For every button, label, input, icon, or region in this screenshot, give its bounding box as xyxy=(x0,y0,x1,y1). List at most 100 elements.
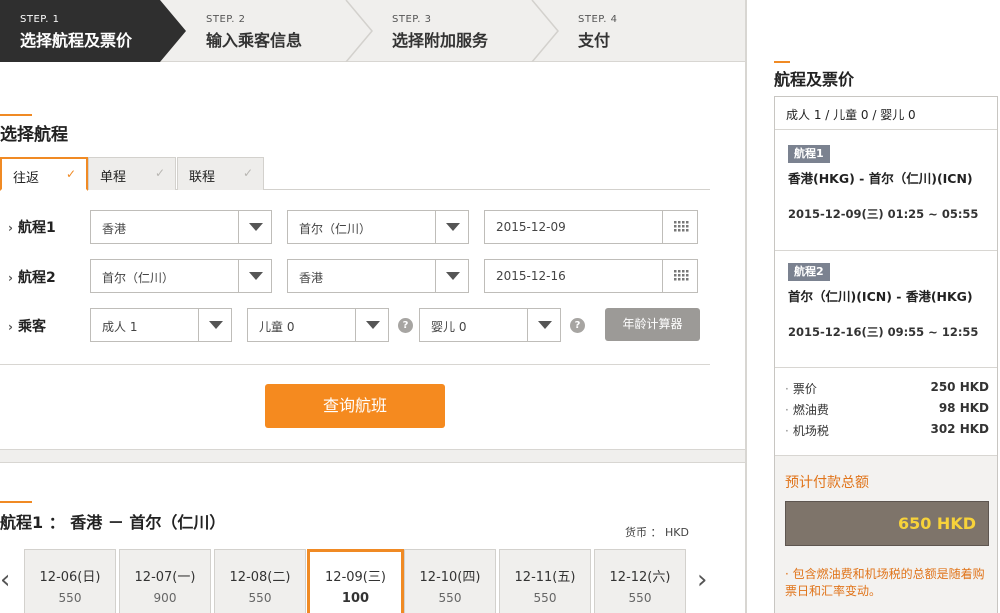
card-divider xyxy=(775,129,997,130)
step-4-number: STEP. 4 xyxy=(578,14,618,25)
dropdown-arrow-icon xyxy=(355,309,388,341)
child-count-select[interactable]: 儿童 0 xyxy=(247,308,389,342)
bullet-icon: · xyxy=(785,382,789,396)
date-option[interactable]: 12-08(二) 550 xyxy=(214,549,306,613)
tab-label: 单程 xyxy=(100,170,127,185)
fee-label: 机场税 xyxy=(792,424,829,438)
date-option[interactable]: 12-07(一) 900 xyxy=(119,549,211,613)
step-3-number: STEP. 3 xyxy=(392,14,432,25)
date-price: 900 xyxy=(153,591,177,605)
date-option-selected[interactable]: 12-09(三) 100 xyxy=(307,549,404,613)
currency-label: 货币 ： HKD xyxy=(625,526,689,539)
leg2-origin-select[interactable]: 首尔（仁川） xyxy=(90,259,272,293)
infant-help-icon[interactable]: ? xyxy=(570,318,585,333)
form-divider xyxy=(0,364,710,365)
card-divider xyxy=(775,250,997,251)
check-icon: ✓ xyxy=(242,166,253,180)
date-label: 12-08(二) xyxy=(229,570,291,585)
leg2-destination-value: 香港 xyxy=(299,271,324,285)
leg1-date-input[interactable]: 2015-12-09 xyxy=(484,210,698,244)
section-separator xyxy=(0,449,745,463)
step-2-number: STEP. 2 xyxy=(206,14,246,25)
leg2-route: 首尔（仁川)(ICN) - 香港(HKG) xyxy=(788,289,973,304)
step-3-label: 选择附加服务 xyxy=(392,31,489,50)
date-option[interactable]: 12-11(五) 550 xyxy=(499,549,591,613)
sidebar-accent xyxy=(774,61,790,63)
fee-amount: 302 HKD xyxy=(930,422,989,436)
leg1-route: 香港(HKG) - 首尔（仁川)(ICN) xyxy=(788,171,973,186)
step-2-label: 输入乘客信息 xyxy=(206,31,303,50)
search-title: 选择航程 xyxy=(0,125,68,145)
leg1-destination-select[interactable]: 首尔（仁川） xyxy=(287,210,469,244)
leg2-badge: 航程2 xyxy=(788,263,830,281)
total-note: · 包含燃油费和机场税的总额是随着购票日和汇率变动。 xyxy=(785,567,985,598)
leg2-date-input[interactable]: 2015-12-16 xyxy=(484,259,698,293)
fee-row-fuel: · 燃油费 98 HKD xyxy=(785,401,989,418)
leg2-label: › 航程2 xyxy=(8,267,56,287)
dropdown-arrow-icon xyxy=(435,211,468,243)
next-dates-arrow-icon[interactable]: › xyxy=(697,565,707,595)
trip-type-tabs: 往返 ✓ 单程 ✓ 联程 ✓ xyxy=(0,157,710,191)
search-flights-button[interactable]: 查询航班 xyxy=(265,384,445,428)
leg1-origin-select[interactable]: 香港 xyxy=(90,210,272,244)
fee-label: 票价 xyxy=(792,382,817,396)
prev-dates-arrow-icon[interactable]: ‹ xyxy=(0,565,10,595)
chevron-right-icon: › xyxy=(8,221,13,235)
date-price: 550 xyxy=(248,591,272,605)
sidebar-title: 航程及票价 xyxy=(774,70,855,89)
child-count-value: 儿童 0 xyxy=(259,320,295,334)
chevron-right-icon: › xyxy=(8,320,13,334)
date-option[interactable]: 12-10(四) 550 xyxy=(404,549,496,613)
tab-multi-city[interactable]: 联程 ✓ xyxy=(177,157,264,190)
child-help-icon[interactable]: ? xyxy=(398,318,413,333)
step-1-number: STEP. 1 xyxy=(20,14,60,25)
date-price: 550 xyxy=(58,591,82,605)
main-sidebar-divider xyxy=(745,0,747,613)
leg1-date-value: 2015-12-09 xyxy=(496,220,566,234)
tab-round-trip[interactable]: 往返 ✓ xyxy=(0,157,88,191)
passengers-label: › 乘客 xyxy=(8,316,46,336)
leg2-label-text: 航程2 xyxy=(17,270,56,286)
fee-amount: 98 HKD xyxy=(938,401,989,415)
results-title: 航程1 ： 香港 － 首尔（仁川） xyxy=(0,513,226,532)
date-label: 12-10(四) xyxy=(419,570,481,585)
card-divider xyxy=(775,367,997,368)
step-2: STEP. 2 输入乘客信息 xyxy=(186,0,302,62)
fee-amount: 250 HKD xyxy=(930,380,989,394)
infant-count-select[interactable]: 婴儿 0 xyxy=(419,308,561,342)
infant-count-value: 婴儿 0 xyxy=(431,320,467,334)
leg1-badge: 航程1 xyxy=(788,145,830,163)
leg2-date-value: 2015-12-16 xyxy=(496,269,566,283)
leg1-origin-value: 香港 xyxy=(102,222,127,236)
fee-row-airport-tax: · 机场税 302 HKD xyxy=(785,422,989,439)
date-option[interactable]: 12-06(日) 550 xyxy=(24,549,116,613)
date-label: 12-09(三) xyxy=(325,570,386,585)
tab-one-way[interactable]: 单程 ✓ xyxy=(88,157,176,190)
leg2-destination-select[interactable]: 香港 xyxy=(287,259,469,293)
passenger-summary: 成人 1 / 儿童 0 / 婴儿 0 xyxy=(786,108,916,122)
step-4: STEP. 4 支付 xyxy=(558,0,617,62)
step-1: STEP. 1 选择航程及票价 xyxy=(0,0,132,62)
date-price: 550 xyxy=(533,591,557,605)
step-3: STEP. 3 选择附加服务 xyxy=(372,0,488,62)
dropdown-arrow-icon xyxy=(238,211,271,243)
fee-row-fare: · 票价 250 HKD xyxy=(785,380,989,397)
adult-count-select[interactable]: 成人 1 xyxy=(90,308,232,342)
tab-label: 联程 xyxy=(189,170,216,185)
date-price: 550 xyxy=(438,591,462,605)
section-accent xyxy=(0,501,32,503)
date-label: 12-11(五) xyxy=(514,570,576,585)
date-price: 100 xyxy=(341,591,370,606)
dropdown-arrow-icon xyxy=(527,309,560,341)
fee-label: 燃油费 xyxy=(792,403,829,417)
calendar-icon[interactable] xyxy=(662,211,697,243)
total-amount: 650 HKD xyxy=(785,501,989,546)
dropdown-arrow-icon xyxy=(435,260,468,292)
age-calculator-button[interactable]: 年龄计算器 xyxy=(605,308,700,341)
calendar-icon[interactable] xyxy=(662,260,697,292)
leg2-origin-value: 首尔（仁川） xyxy=(102,271,175,285)
leg2-times: 2015-12-16(三) 09:55 ~ 12:55 xyxy=(788,325,979,339)
date-option[interactable]: 12-12(六) 550 xyxy=(594,549,686,613)
date-label: 12-07(一) xyxy=(134,570,196,585)
date-price: 550 xyxy=(628,591,652,605)
